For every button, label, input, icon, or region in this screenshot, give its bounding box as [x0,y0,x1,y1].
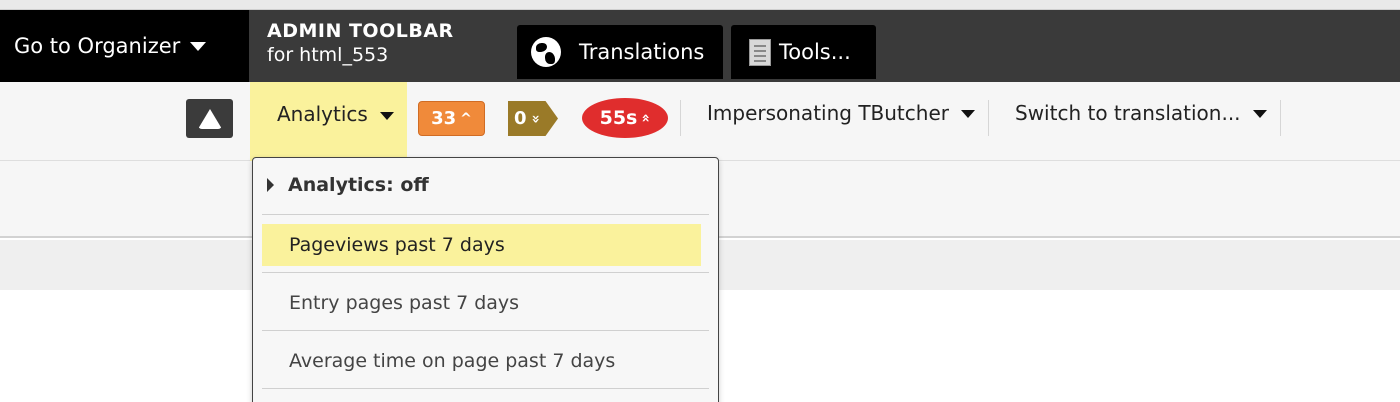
toolbar-divider [680,100,681,136]
impersonating-label: Impersonating TButcher [707,101,949,125]
organizer-label: Go to Organizer [14,34,181,58]
badge-orange[interactable]: 33 ^ [418,101,485,136]
dropdown-item-label: Entry pages past 7 days [289,292,520,314]
dropdown-divider [262,388,709,389]
globe-icon [531,37,561,67]
switch-translation-label: Switch to translation... [1015,101,1241,125]
triangle-up-icon [198,109,222,129]
badge-orange-value: 33 [431,108,457,129]
go-to-organizer-button[interactable]: Go to Organizer [0,10,249,82]
dropdown-divider [262,272,709,273]
admin-header-bar: Go to Organizer ADMIN TOOLBAR for html_5… [0,10,1400,82]
admin-subtitle-text: for html_553 [267,44,389,66]
badge-olive[interactable]: 0 » [508,101,558,136]
dropdown-item-label: Average time on page past 7 days [289,350,616,372]
document-icon [749,38,771,66]
caret-down-icon [1252,110,1267,118]
tab-translations[interactable]: Translations [517,25,723,79]
admin-title-text: ADMIN TOOLBAR [267,20,454,42]
admin-toolbar-title: ADMIN TOOLBAR for html_553 [267,19,454,67]
tab-tools[interactable]: Tools... [731,25,876,79]
caret-down-icon [379,112,394,120]
dropdown-item-label: Pageviews past 7 days [289,234,505,256]
analytics-label: Analytics [277,102,368,126]
caret-right-icon [267,178,274,192]
caret-down-icon [190,41,207,51]
dropdown-item-entry-pages[interactable]: Entry pages past 7 days [262,282,701,324]
tab-tools-label: Tools... [779,40,851,64]
dropdown-item-average-time[interactable]: Average time on page past 7 days [262,340,701,382]
dropdown-divider [262,214,709,215]
switch-translation-menu-button[interactable]: Switch to translation... [1015,101,1267,125]
collapse-toolbar-button[interactable] [186,99,233,138]
chevron-up-icon: ^ [460,110,472,127]
admin-toolbar: Analytics 33 ^ 0 » 55s « Impersonating T… [0,82,1400,161]
badge-olive-value: 0 [514,108,527,129]
analytics-dropdown: Analytics: off Pageviews past 7 days Ent… [252,157,719,402]
toolbar-divider [1280,100,1281,136]
top-strip [0,0,1400,10]
impersonating-menu-button[interactable]: Impersonating TButcher [707,101,975,125]
badge-red[interactable]: 55s « [582,98,668,138]
dropdown-item-pageviews[interactable]: Pageviews past 7 days [262,224,701,266]
badge-red-value: 55s [599,107,638,129]
caret-down-icon [960,110,975,118]
double-chevron-up-icon: « [637,113,654,123]
double-chevron-down-icon: » [527,113,544,124]
analytics-menu-button[interactable]: Analytics [250,82,407,161]
tab-translations-label: Translations [579,40,705,64]
analytics-toggle-label: Analytics: off [288,174,429,196]
analytics-toggle[interactable]: Analytics: off [267,174,429,196]
dropdown-divider [262,330,709,331]
toolbar-divider [988,100,989,136]
